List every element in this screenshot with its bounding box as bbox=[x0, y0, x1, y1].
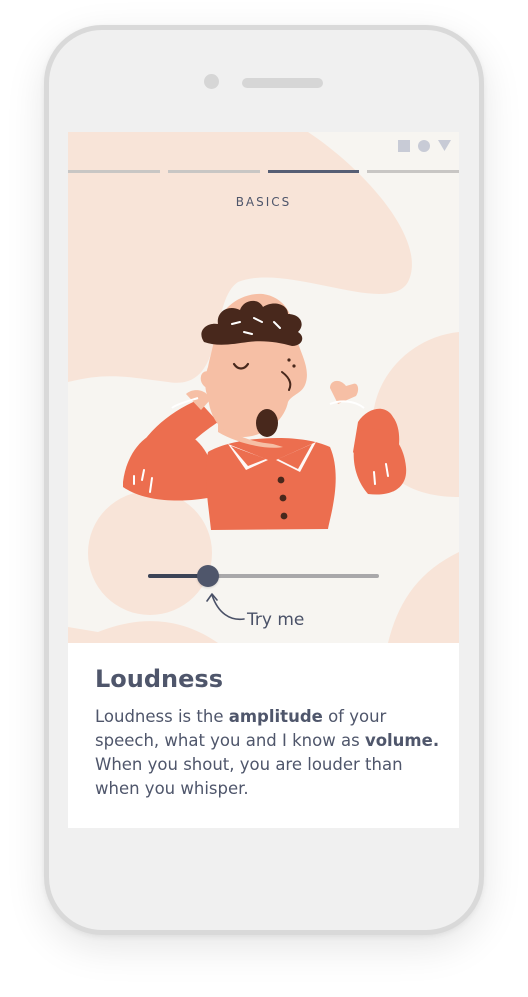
app-screen: BASICS Try me Loudness Loudness is the a… bbox=[68, 132, 459, 828]
camera-dot bbox=[204, 74, 219, 89]
section-label: BASICS bbox=[235, 195, 292, 209]
lesson-card: Loudness Loudness is the amplitude of yo… bbox=[68, 643, 459, 828]
speaker-grille bbox=[242, 78, 323, 88]
term-amplitude: amplitude bbox=[228, 707, 323, 726]
try-me-hint: Try me bbox=[247, 610, 305, 630]
loudness-slider[interactable] bbox=[148, 562, 379, 587]
lesson-progress bbox=[68, 170, 459, 173]
status-bar bbox=[398, 140, 451, 152]
circle-icon bbox=[418, 140, 430, 152]
term-volume: volume. bbox=[364, 731, 440, 750]
triangle-icon bbox=[438, 140, 451, 151]
progress-step-3 bbox=[267, 170, 360, 173]
square-icon bbox=[398, 140, 410, 152]
lesson-body: Loudness is the amplitude of your speech… bbox=[95, 707, 440, 798]
progress-step-4 bbox=[367, 170, 459, 173]
progress-step-2 bbox=[167, 170, 260, 173]
slider-thumb[interactable] bbox=[197, 565, 220, 587]
progress-step-1 bbox=[68, 170, 160, 173]
lesson-title: Loudness bbox=[95, 665, 223, 693]
curved-arrow-icon bbox=[206, 593, 245, 621]
